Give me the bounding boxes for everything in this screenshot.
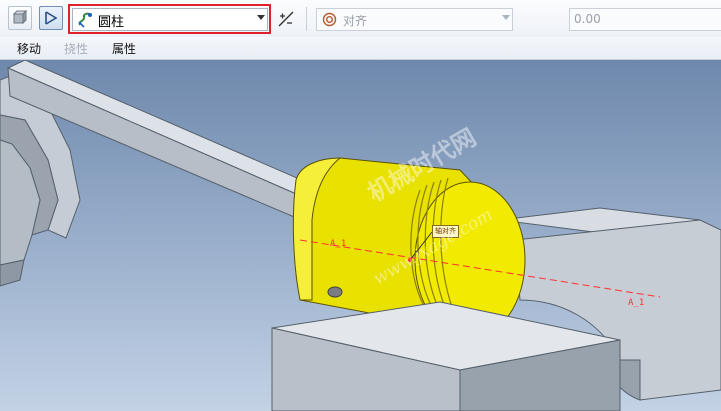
flip-icon[interactable]	[276, 9, 296, 29]
chevron-down-icon	[502, 15, 510, 20]
tab-properties[interactable]: 属性	[112, 40, 136, 57]
alignment-select[interactable]: 对齐	[316, 8, 513, 31]
tab-flexibility: 挠性	[64, 42, 89, 56]
housing-front-block	[271, 301, 621, 411]
offset-input[interactable]: 0.00	[569, 8, 721, 31]
model-viewport[interactable]: A_1 A_1 轴对齐 机械时代网 www.jxage.com	[0, 60, 721, 411]
offset-value: 0.00	[574, 12, 601, 26]
chevron-down-icon	[257, 15, 265, 20]
pin-connection-button[interactable]	[39, 6, 63, 30]
dashboard-toolbar: 圆柱 对齐 0.00	[0, 0, 721, 38]
constraint-type-value: 圆柱	[98, 15, 125, 30]
user-defined-set-button[interactable]	[8, 6, 32, 30]
tab-move[interactable]: 移动	[17, 40, 41, 57]
assembly-window: 圆柱 对齐 0.00 移动 挠性 属性 A_1 A_1 轴对齐 机械时代网 ww…	[0, 0, 721, 411]
assembly-model: A_1 A_1	[0, 60, 721, 411]
alignment-value: 对齐	[343, 14, 368, 28]
datum-axis-label-1[interactable]: A_1	[330, 239, 346, 249]
toolbar-separator	[306, 7, 307, 31]
dashboard-tabs: 移动 挠性 属性	[0, 37, 721, 60]
align-icon	[322, 12, 337, 27]
cylinder-constraint-icon	[78, 12, 92, 28]
datum-axis-label-2[interactable]: A_1	[628, 298, 644, 308]
box-icon	[12, 10, 28, 25]
constraint-type-select[interactable]: 圆柱	[72, 8, 268, 31]
pin-connection-icon	[45, 11, 58, 25]
